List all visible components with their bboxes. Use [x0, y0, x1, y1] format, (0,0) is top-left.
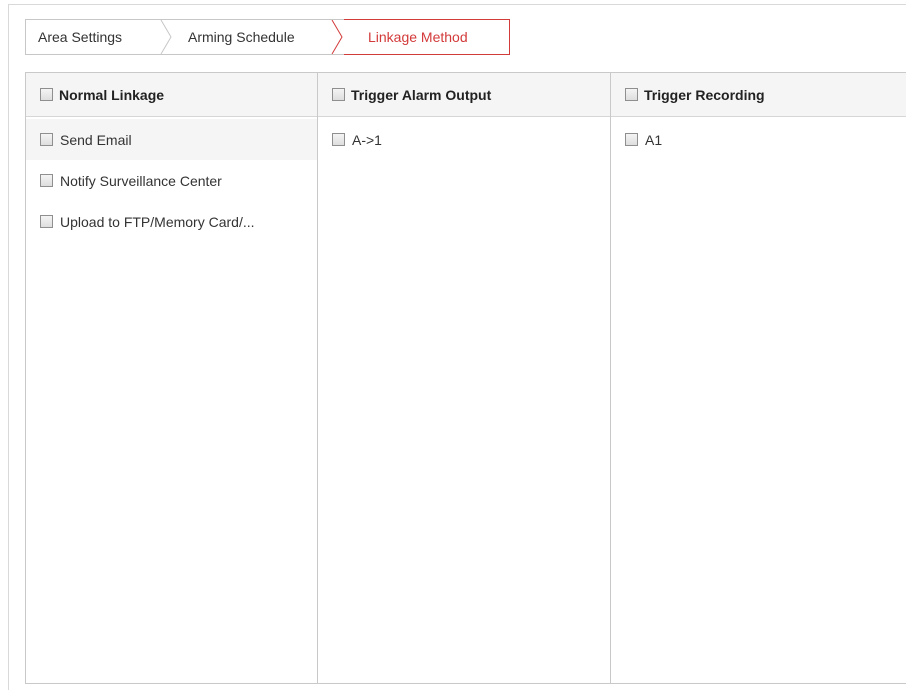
column-trigger-alarm-output: Trigger Alarm Output A->1	[318, 73, 611, 683]
chevron-right-icon	[160, 20, 172, 54]
checkbox-icon[interactable]	[332, 88, 345, 101]
tab-arming-schedule[interactable]: Arming Schedule	[188, 20, 295, 54]
checkbox-icon[interactable]	[40, 133, 53, 146]
list-item-send-email[interactable]: Send Email	[26, 119, 317, 160]
column-header-label: Normal Linkage	[59, 86, 165, 103]
list-item-upload-ftp[interactable]: Upload to FTP/Memory Card/...	[26, 201, 317, 242]
tab-bar: Area Settings Arming Schedule Linkage Me…	[25, 19, 510, 55]
checkbox-icon[interactable]	[625, 133, 638, 146]
checkbox-icon[interactable]	[40, 88, 53, 101]
column-header-normal-linkage: Normal Linkage	[26, 73, 317, 117]
list-item-notify-surveillance-center[interactable]: Notify Surveillance Center	[26, 160, 317, 201]
tab-area-settings[interactable]: Area Settings	[38, 20, 122, 54]
list-item-recording-a1[interactable]: A1	[611, 119, 906, 160]
checkbox-icon[interactable]	[332, 133, 345, 146]
list-item-label: A->1	[352, 131, 382, 148]
list-item-label: Send Email	[60, 131, 132, 148]
checkbox-icon[interactable]	[625, 88, 638, 101]
checkbox-icon[interactable]	[40, 215, 53, 228]
tab-linkage-method-label: Linkage Method	[368, 29, 468, 45]
column-header-trigger-recording: Trigger Recording	[611, 73, 906, 117]
list-item-label: A1	[645, 131, 663, 148]
column-header-label: Trigger Recording	[644, 86, 765, 103]
chevron-right-icon	[331, 20, 343, 54]
tab-linkage-method[interactable]: Linkage Method	[344, 19, 510, 55]
checkbox-icon[interactable]	[40, 174, 53, 187]
column-trigger-recording: Trigger Recording A1	[611, 73, 906, 683]
list-item-alarm-output-a1[interactable]: A->1	[318, 119, 610, 160]
list-item-label: Upload to FTP/Memory Card/...	[60, 213, 255, 230]
linkage-panel: Normal Linkage Send Email Notify Surveil…	[25, 72, 906, 684]
column-normal-linkage: Normal Linkage Send Email Notify Surveil…	[26, 73, 318, 683]
column-header-label: Trigger Alarm Output	[351, 86, 492, 103]
list-item-label: Notify Surveillance Center	[60, 172, 222, 189]
column-header-trigger-alarm-output: Trigger Alarm Output	[318, 73, 610, 117]
